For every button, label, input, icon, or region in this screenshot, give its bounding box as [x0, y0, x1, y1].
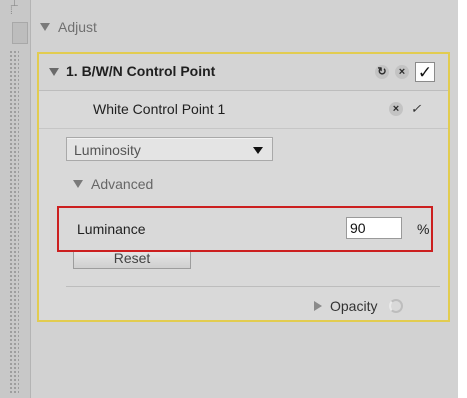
gutter-marker-icon: ⊥ ⁞ — [10, 0, 19, 17]
divider — [66, 286, 440, 287]
close-icon[interactable]: × — [389, 102, 403, 116]
white-control-point-label: White Control Point 1 — [93, 101, 226, 117]
adjust-section-header[interactable]: Adjust — [40, 14, 97, 40]
control-point-panel: 1. B/W/N Control Point ↻ × ✓ White Contr… — [37, 52, 450, 322]
dropdown-arrow-icon — [253, 147, 263, 154]
luminance-input[interactable]: 90 — [346, 217, 402, 239]
resize-grip[interactable] — [9, 50, 19, 395]
panel-frame: ⊥ ⁞ Adjust 1. B/W/N Control Point ↻ × ✓ W… — [0, 0, 458, 398]
adjust-title: Adjust — [58, 19, 97, 35]
reset-icon[interactable]: ↻ — [375, 65, 389, 79]
luminance-row: Luminance 90 % — [57, 206, 433, 252]
triangle-down-icon — [40, 23, 50, 31]
checkbox-checked-icon[interactable]: ✓ — [415, 62, 435, 82]
opacity-label: Opacity — [330, 298, 378, 314]
mode-dropdown[interactable]: Luminosity — [66, 137, 273, 161]
opacity-knob-icon[interactable] — [389, 299, 404, 313]
left-gutter: ⊥ ⁞ — [0, 0, 31, 398]
white-control-point-row[interactable]: White Control Point 1 × ✓ — [39, 90, 448, 129]
triangle-down-icon — [73, 180, 83, 188]
triangle-right-icon — [314, 301, 322, 311]
reset-button[interactable]: Reset — [73, 250, 191, 269]
control-point-header[interactable]: 1. B/W/N Control Point ↻ × ✓ — [39, 54, 448, 91]
control-point-title: 1. B/W/N Control Point — [66, 63, 216, 79]
luminance-label: Luminance — [77, 221, 146, 237]
window-edge — [458, 0, 467, 398]
check-icon[interactable]: ✓ — [409, 102, 423, 116]
triangle-down-icon[interactable] — [49, 68, 59, 76]
gutter-tab[interactable] — [12, 22, 28, 44]
luminance-unit: % — [417, 221, 430, 237]
advanced-label: Advanced — [91, 176, 154, 192]
advanced-toggle[interactable]: Advanced — [73, 176, 153, 192]
close-icon[interactable]: × — [395, 65, 409, 79]
mode-dropdown-value: Luminosity — [74, 142, 141, 158]
opacity-toggle[interactable]: Opacity — [314, 298, 404, 314]
